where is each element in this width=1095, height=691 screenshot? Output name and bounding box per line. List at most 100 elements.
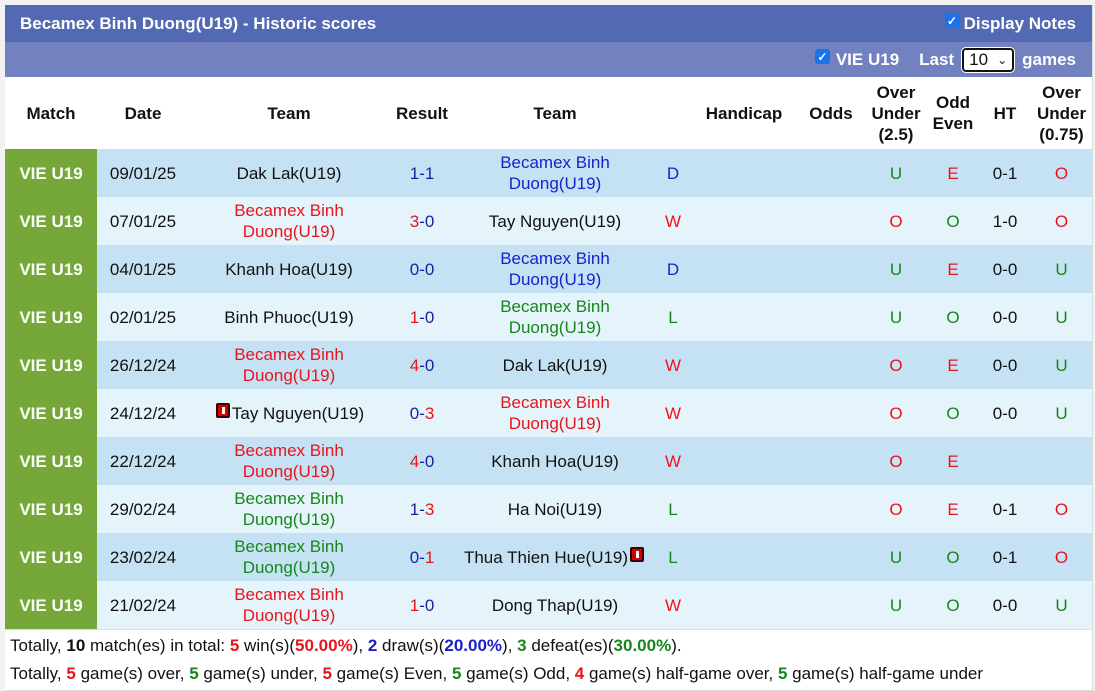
home-team-name[interactable]: Tay Nguyen(U19)	[232, 404, 364, 423]
league-cell[interactable]: VIE U19	[5, 293, 97, 341]
away-team-name[interactable]: Dak Lak(U19)	[503, 356, 608, 375]
home-team-cell[interactable]: Khanh Hoa(U19)	[189, 245, 389, 293]
summary: Totally, 10 match(es) in total: 5 win(s)…	[5, 629, 1092, 690]
display-notes-label: Display Notes	[963, 13, 1076, 33]
half-over-under-cell: U	[1031, 581, 1092, 629]
league-filter-checkbox[interactable]: ✓	[814, 49, 830, 64]
league-cell[interactable]: VIE U19	[5, 149, 97, 197]
table-row[interactable]: VIE U19 26/12/24 Becamex Binh Duong(U19) 4-…	[5, 341, 1092, 389]
league-cell[interactable]: VIE U19	[5, 197, 97, 245]
ht-score-cell: 0-0	[979, 293, 1031, 341]
date-cell: 09/01/25	[97, 149, 189, 197]
table-row[interactable]: VIE U19 23/02/24 Becamex Binh Duong(U19) 0-…	[5, 533, 1092, 581]
result-cell[interactable]: 4-0	[389, 437, 455, 485]
display-notes-toggle[interactable]: ✓ Display Notes	[944, 13, 1076, 34]
over-under-cell: U	[865, 581, 927, 629]
summary-stat: 5	[777, 664, 788, 683]
result-cell[interactable]: 0-0	[389, 245, 455, 293]
home-team-cell[interactable]: Tay Nguyen(U19)	[189, 389, 389, 437]
table-row[interactable]: VIE U19 09/01/25 Dak Lak(U19) 1-1 Becamex Bi…	[5, 149, 1092, 197]
home-team-name[interactable]: Becamex Binh Duong(U19)	[234, 345, 344, 385]
table-row[interactable]: VIE U19 02/01/25 Binh Phuoc(U19) 1-0 Becamex…	[5, 293, 1092, 341]
league-cell[interactable]: VIE U19	[5, 341, 97, 389]
home-team-cell[interactable]: Becamex Binh Duong(U19)	[189, 437, 389, 485]
away-team-name[interactable]: Ha Noi(U19)	[508, 500, 602, 519]
home-score: 1	[409, 499, 420, 519]
home-team-cell[interactable]: Becamex Binh Duong(U19)	[189, 197, 389, 245]
result-cell[interactable]: 1-3	[389, 485, 455, 533]
red-card-icon	[215, 402, 230, 418]
title-bar: Becamex Binh Duong(U19) - Historic score…	[5, 5, 1092, 42]
over-under-cell: O	[865, 197, 927, 245]
away-team-name[interactable]: Dong Thap(U19)	[492, 596, 618, 615]
table-row[interactable]: VIE U19 21/02/24 Becamex Binh Duong(U19) 1-…	[5, 581, 1092, 629]
odd-even-cell: O	[927, 389, 979, 437]
result-cell[interactable]: 0-1	[389, 533, 455, 581]
away-team-cell[interactable]: Becamex Binh Duong(U19)	[455, 293, 655, 341]
home-team-name[interactable]: Becamex Binh Duong(U19)	[234, 441, 344, 481]
away-team-name[interactable]: Becamex Binh Duong(U19)	[500, 393, 610, 433]
away-team-name[interactable]: Tay Nguyen(U19)	[489, 212, 621, 231]
home-team-name[interactable]: Becamex Binh Duong(U19)	[234, 201, 344, 241]
away-team-cell[interactable]: Becamex Binh Duong(U19)	[455, 245, 655, 293]
away-team-name[interactable]: Khanh Hoa(U19)	[491, 452, 619, 471]
league-cell[interactable]: VIE U19	[5, 581, 97, 629]
home-team-cell[interactable]: Becamex Binh Duong(U19)	[189, 485, 389, 533]
league-cell[interactable]: VIE U19	[5, 533, 97, 581]
home-team-name[interactable]: Becamex Binh Duong(U19)	[234, 489, 344, 529]
away-team-cell[interactable]: Dong Thap(U19)	[455, 581, 655, 629]
col-date: Date	[97, 77, 189, 149]
home-team-name[interactable]: Dak Lak(U19)	[237, 164, 342, 183]
home-team-name[interactable]: Khanh Hoa(U19)	[225, 260, 353, 279]
away-team-cell[interactable]: Thua Thien Hue(U19)	[455, 533, 655, 581]
league-cell[interactable]: VIE U19	[5, 245, 97, 293]
home-team-cell[interactable]: Becamex Binh Duong(U19)	[189, 533, 389, 581]
away-team-cell[interactable]: Khanh Hoa(U19)	[455, 437, 655, 485]
league-cell[interactable]: VIE U19	[5, 437, 97, 485]
result-cell[interactable]: 1-1	[389, 149, 455, 197]
table-row[interactable]: VIE U19 04/01/25 Khanh Hoa(U19) 0-0 Becamex …	[5, 245, 1092, 293]
display-notes-checkbox[interactable]: ✓	[944, 13, 960, 28]
away-team-name[interactable]: Becamex Binh Duong(U19)	[500, 153, 610, 193]
away-team-name[interactable]: Becamex Binh Duong(U19)	[500, 249, 610, 289]
result-cell[interactable]: 3-0	[389, 197, 455, 245]
home-team-name[interactable]: Becamex Binh Duong(U19)	[234, 537, 344, 577]
result-cell[interactable]: 1-0	[389, 581, 455, 629]
home-team-cell[interactable]: Binh Phuoc(U19)	[189, 293, 389, 341]
away-team-cell[interactable]: Becamex Binh Duong(U19)	[455, 149, 655, 197]
historic-scores-panel: Becamex Binh Duong(U19) - Historic score…	[5, 5, 1093, 691]
result-cell[interactable]: 1-0	[389, 293, 455, 341]
summary-stat: 5	[451, 664, 462, 683]
away-team-cell[interactable]: Becamex Binh Duong(U19)	[455, 389, 655, 437]
league-cell[interactable]: VIE U19	[5, 389, 97, 437]
table-row[interactable]: VIE U19 07/01/25 Becamex Binh Duong(U19) 3-…	[5, 197, 1092, 245]
away-score: 3	[424, 403, 435, 423]
home-score: 0	[409, 403, 420, 423]
summary-stat: 30.00%	[613, 636, 672, 655]
away-team-cell[interactable]: Tay Nguyen(U19)	[455, 197, 655, 245]
away-team-cell[interactable]: Ha Noi(U19)	[455, 485, 655, 533]
games-count-select[interactable]: 10 ⌄	[961, 46, 1016, 73]
home-team-name[interactable]: Binh Phuoc(U19)	[224, 308, 353, 327]
away-team-name[interactable]: Thua Thien Hue(U19)	[464, 548, 628, 567]
date-cell: 29/02/24	[97, 485, 189, 533]
odd-even-cell: O	[927, 533, 979, 581]
date-cell: 26/12/24	[97, 341, 189, 389]
handicap-cell	[691, 149, 797, 197]
away-team-name[interactable]: Becamex Binh Duong(U19)	[500, 297, 610, 337]
summary-stat: 5	[189, 664, 199, 683]
table-row[interactable]: VIE U19 29/02/24 Becamex Binh Duong(U19) 1-…	[5, 485, 1092, 533]
home-team-cell[interactable]: Dak Lak(U19)	[189, 149, 389, 197]
home-team-name[interactable]: Becamex Binh Duong(U19)	[234, 585, 344, 625]
home-team-cell[interactable]: Becamex Binh Duong(U19)	[189, 581, 389, 629]
table-row[interactable]: VIE U19 22/12/24 Becamex Binh Duong(U19) 4-…	[5, 437, 1092, 485]
league-cell[interactable]: VIE U19	[5, 485, 97, 533]
away-team-cell[interactable]: Dak Lak(U19)	[455, 341, 655, 389]
result-cell[interactable]: 4-0	[389, 341, 455, 389]
table-row[interactable]: VIE U19 24/12/24 Tay Nguyen(U19) 0-3 Becamex…	[5, 389, 1092, 437]
date-cell: 21/02/24	[97, 581, 189, 629]
odds-cell	[797, 197, 865, 245]
home-team-cell[interactable]: Becamex Binh Duong(U19)	[189, 341, 389, 389]
col-result: Result	[389, 77, 455, 149]
result-cell[interactable]: 0-3	[389, 389, 455, 437]
